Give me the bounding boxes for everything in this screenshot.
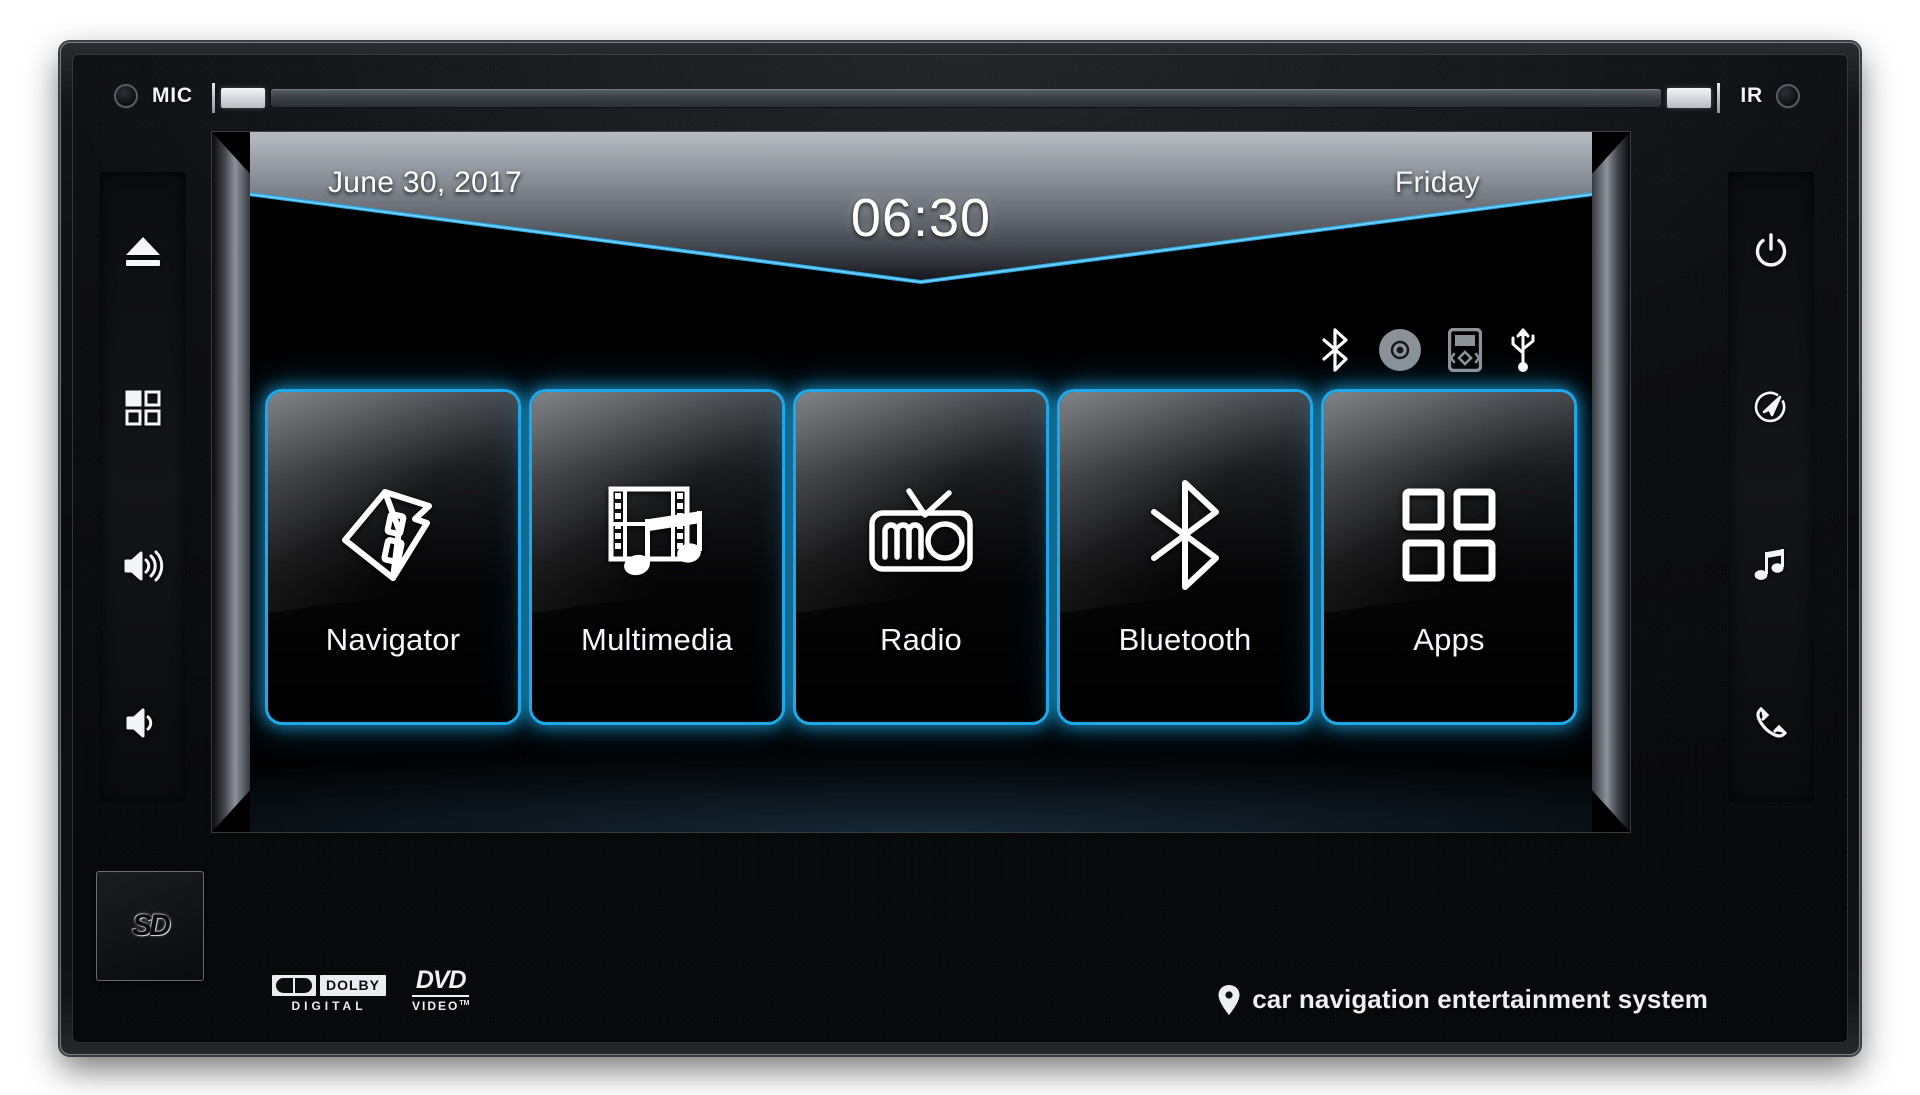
bluetooth-icon (1140, 480, 1230, 590)
screen-frame: June 30, 2017 06:30 Friday Navigator Mul… (212, 132, 1630, 832)
brand-group: car navigation entertainment system (1218, 984, 1708, 1015)
slot-right-edge (1717, 83, 1720, 113)
dvd-video-text: VIDEO (412, 999, 460, 1013)
volume-up-icon (122, 548, 164, 584)
faceplate: MIC IR SD June 30, 2017 06:30 Friday Nav… (72, 54, 1848, 1043)
slot-rail (271, 88, 1661, 108)
volume-down-button[interactable] (111, 691, 175, 755)
usb-status-icon (1508, 327, 1538, 373)
disc-slot[interactable] (212, 83, 1720, 113)
tile-label: Bluetooth (1118, 622, 1252, 657)
right-button-column (1728, 172, 1814, 802)
bluetooth-status-icon (1318, 327, 1352, 373)
phone-button[interactable] (1739, 691, 1803, 755)
touchscreen[interactable]: June 30, 2017 06:30 Friday Navigator Mul… (250, 132, 1592, 832)
screen-bevel-right (1590, 132, 1630, 832)
dolby-mark: DOLBY (272, 975, 386, 996)
tile-apps[interactable]: Apps (1324, 392, 1574, 722)
music-note-icon (1754, 548, 1788, 584)
power-icon (1752, 232, 1790, 270)
volume-down-icon (124, 705, 162, 741)
ir-sensor-icon (1776, 84, 1800, 108)
weekday-display: Friday (1394, 166, 1480, 199)
tile-label: Navigator (325, 622, 461, 657)
clock-display: 06:30 (850, 188, 992, 248)
apps-grid-icon (1401, 480, 1497, 590)
mic-hole-icon (114, 84, 138, 108)
brand-text: car navigation entertainment system (1252, 984, 1708, 1014)
mic-group: MIC (114, 84, 193, 108)
ir-group: IR (1740, 84, 1800, 108)
main-menu-tiles: Navigator Multimedia Radio Bluetooth App… (268, 392, 1574, 722)
map-pin-icon (1218, 984, 1240, 1015)
tile-multimedia[interactable]: Multimedia (532, 392, 782, 722)
eject-icon (123, 234, 163, 268)
dvd-wordmark: DVD (415, 966, 467, 994)
format-logos: DOLBY DIGITAL DVD VIDEOTM (272, 966, 470, 1013)
tile-navigator[interactable]: Navigator (268, 392, 518, 722)
slot-left-tab (221, 88, 265, 108)
ir-label: IR (1740, 84, 1763, 107)
disc-status-icon (1378, 327, 1422, 373)
dolby-double-d-icon (272, 975, 316, 996)
mic-label: MIC (152, 84, 193, 107)
screen-bottom-glow (250, 712, 1592, 832)
dolby-digital-sub: DIGITAL (291, 999, 367, 1013)
left-button-column (100, 172, 186, 802)
dvd-tm: TM (459, 1000, 470, 1007)
phone-handset-icon (1753, 705, 1789, 741)
dolby-d-left (276, 978, 293, 993)
status-icon-row (1318, 327, 1538, 373)
tile-label: Multimedia (581, 622, 733, 657)
slot-left-edge (212, 83, 215, 113)
bottom-bar: DOLBY DIGITAL DVD VIDEOTM car navigation (72, 923, 1848, 1043)
menu-grid-button[interactable] (111, 376, 175, 440)
tile-bluetooth[interactable]: Bluetooth (1060, 392, 1310, 722)
music-button[interactable] (1739, 534, 1803, 598)
tile-radio[interactable]: Radio (796, 392, 1046, 722)
navigation-arrow-house-icon (337, 480, 449, 590)
screen-bevel-left (212, 132, 252, 832)
apps-grid-icon (125, 390, 161, 426)
ipod-status-icon (1448, 327, 1482, 373)
power-button[interactable] (1739, 219, 1803, 283)
tile-label: Radio (880, 622, 962, 657)
dolby-d-right (295, 978, 312, 993)
eject-button[interactable] (111, 219, 175, 283)
radio-icon (865, 480, 977, 590)
dvd-video-sub: VIDEOTM (412, 995, 470, 1013)
tile-label: Apps (1413, 622, 1485, 657)
dvd-video-logo: DVD VIDEOTM (412, 966, 470, 1013)
film-music-icon (601, 480, 713, 590)
compass-navigation-icon (1752, 389, 1790, 427)
dolby-wordmark: DOLBY (320, 975, 386, 996)
dolby-digital-logo: DOLBY DIGITAL (272, 975, 386, 1013)
head-unit-device: MIC IR SD June 30, 2017 06:30 Friday Nav… (60, 42, 1860, 1055)
volume-up-button[interactable] (111, 534, 175, 598)
slot-right-tab (1667, 88, 1711, 108)
navigation-button[interactable] (1739, 376, 1803, 440)
screen-header: June 30, 2017 06:30 Friday (250, 132, 1592, 322)
